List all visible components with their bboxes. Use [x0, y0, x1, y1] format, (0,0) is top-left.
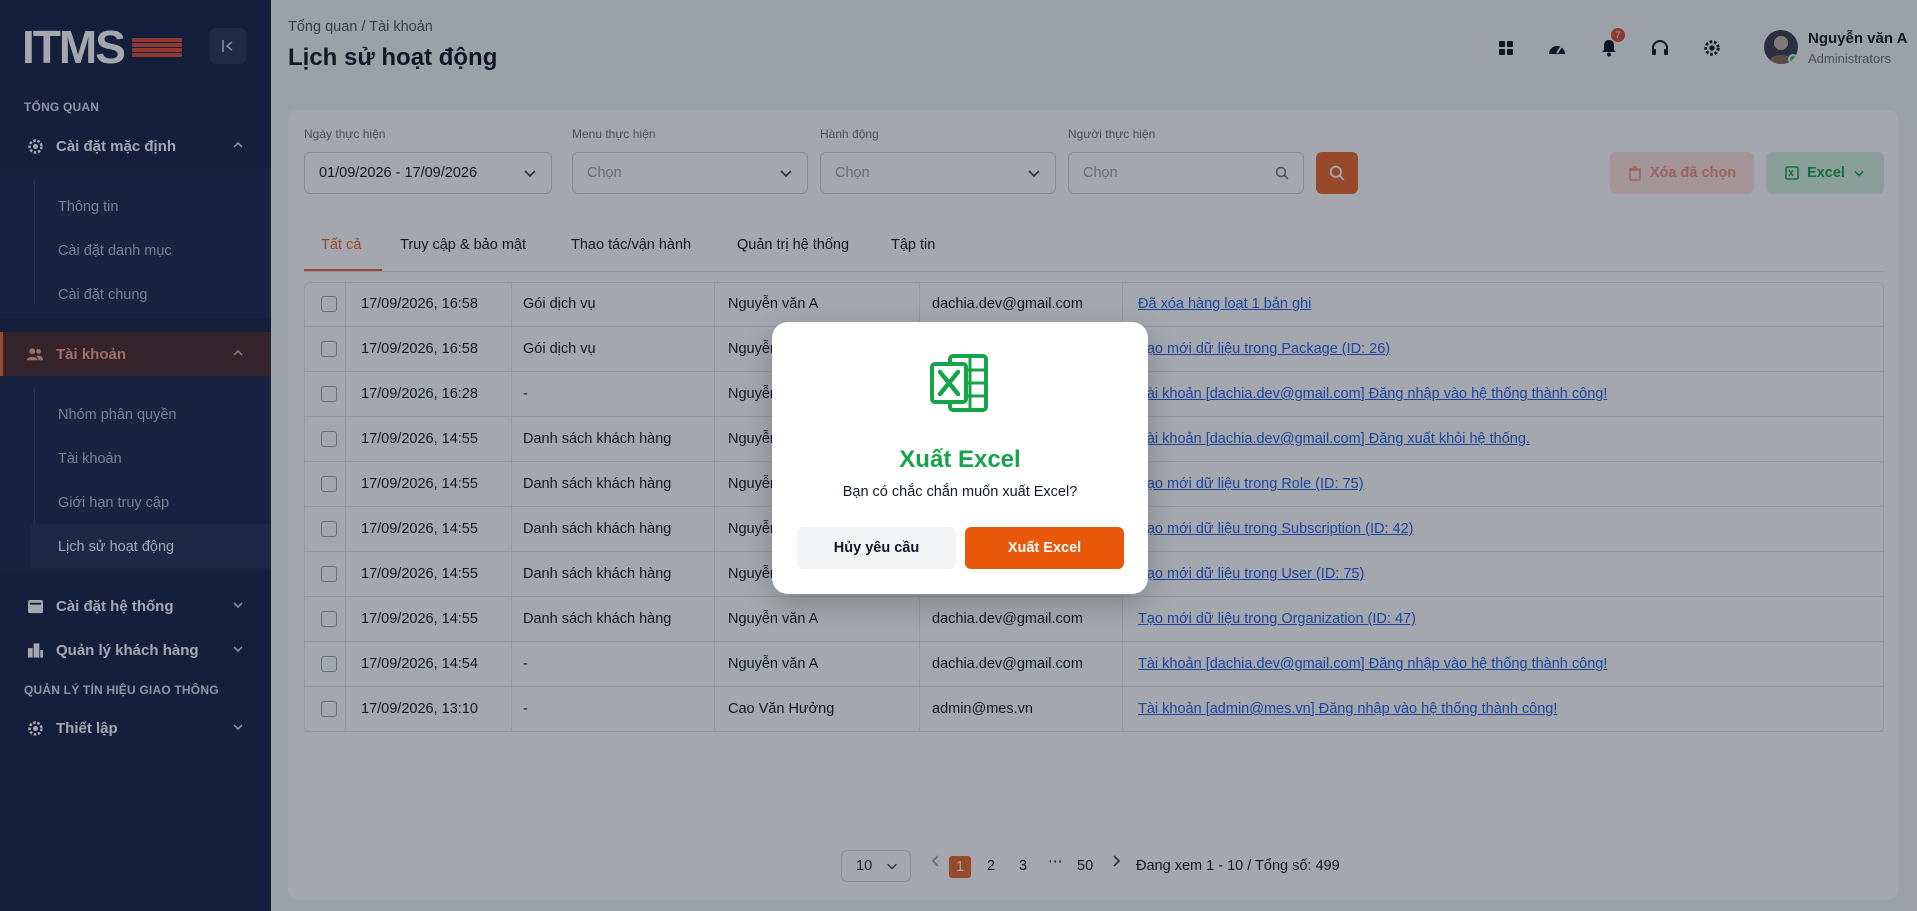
dialog-message: Bạn có chắc chắn muốn xuất Excel?	[842, 484, 1078, 500]
dialog-title: Xuất Excel	[899, 446, 1021, 473]
confirm-export-button[interactable]: Xuất Excel	[965, 527, 1124, 569]
excel-file-icon	[930, 354, 988, 412]
export-excel-dialog: Xuất Excel Bạn có chắc chắn muốn xuất Ex…	[772, 322, 1148, 594]
cancel-button[interactable]: Hủy yêu cầu	[797, 527, 956, 569]
